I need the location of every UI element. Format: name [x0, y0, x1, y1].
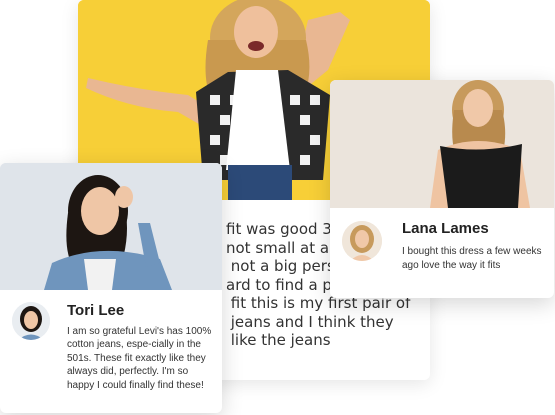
- testimonial-card-lana-lames: Lana Lames I bought this dress a few wee…: [330, 80, 554, 298]
- review-text: I am so grateful Levi's has 100% cotton …: [67, 326, 212, 391]
- reviewer-name: Lana Lames: [402, 220, 489, 237]
- testimonial-card-tori-lee: Tori Lee I am so grateful Levi's has 100…: [0, 163, 222, 413]
- avatar: [342, 221, 382, 261]
- avatar: [12, 302, 50, 340]
- customer-photo-black-dress: [330, 80, 554, 208]
- reviewer-name: Tori Lee: [67, 302, 125, 319]
- customer-photo-denim-jacket: [0, 163, 222, 290]
- review-text: I bought this dress a few weeks ago love…: [402, 246, 542, 271]
